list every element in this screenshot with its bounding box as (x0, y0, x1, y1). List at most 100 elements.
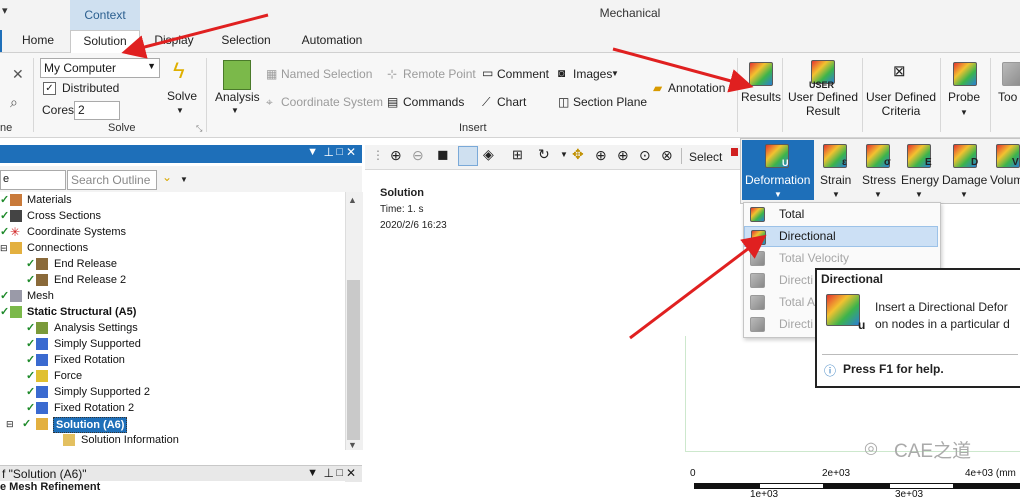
maximize-icon[interactable]: □ (336, 467, 343, 479)
context-tab[interactable]: Context (70, 0, 140, 30)
distributed-checkbox[interactable]: ✓ (43, 82, 56, 95)
analysis-button[interactable]: Analysis (215, 90, 260, 104)
cube-icon[interactable]: ◼ (437, 146, 449, 163)
static-structural-icon (10, 306, 22, 318)
solution-icon (36, 418, 48, 430)
solve-button[interactable]: Solve (167, 89, 197, 103)
tab-display[interactable]: Display (148, 30, 200, 52)
coordinate-system-button[interactable]: Coordinate System (281, 95, 383, 109)
results-icon (749, 62, 773, 86)
check-icon: ✓ (0, 290, 10, 302)
scroll-down-icon[interactable]: ▼ (348, 440, 357, 450)
check-icon: ✓ (22, 418, 32, 430)
strain-button[interactable]: Strain (820, 173, 851, 187)
energy-button[interactable]: Energy (901, 173, 939, 187)
annotation-button[interactable]: Annotation (668, 81, 725, 95)
check-icon: ✓ (26, 402, 36, 414)
results-button[interactable]: Results (741, 90, 781, 104)
zoom-out-icon[interactable]: ⊖ (412, 147, 424, 164)
probe-button[interactable]: Probe (948, 90, 980, 104)
select-icon[interactable] (731, 148, 738, 156)
close-icon[interactable]: ✕ (12, 66, 24, 83)
images-button[interactable]: Images (573, 67, 612, 81)
stress-letter: σ (884, 157, 891, 168)
menu-item-total[interactable]: Total (744, 204, 938, 225)
section-plane-button[interactable]: Section Plane (573, 95, 647, 109)
details-row[interactable]: e Mesh Refinement (0, 481, 345, 495)
named-selection-button[interactable]: Named Selection (281, 67, 372, 81)
pin-icon[interactable]: ⊥ (324, 145, 334, 159)
menu-item-total-velocity[interactable]: Total Velocity (744, 248, 938, 269)
chevron-down-icon[interactable]: ▼ (307, 467, 318, 479)
stress-button[interactable]: Stress (862, 173, 896, 187)
outline-scroll-thumb[interactable] (347, 280, 360, 440)
zoom-fit-icon[interactable]: ⊙ (639, 147, 651, 164)
check-icon: ✓ (26, 370, 36, 382)
zoom-in-icon[interactable]: ⊕ (390, 147, 402, 164)
tab-selection[interactable]: Selection (215, 30, 277, 52)
computer-select[interactable]: My Computer ▼ (40, 58, 160, 78)
tab-automation[interactable]: Automation (293, 30, 371, 52)
total-deformation-icon (750, 207, 765, 222)
remote-point-button[interactable]: Remote Point (403, 67, 476, 81)
cores-input[interactable]: 2 (74, 101, 120, 120)
render-icon[interactable]: ◈ (483, 146, 494, 163)
rotate-icon[interactable]: ↻ (538, 146, 550, 163)
force-icon (36, 370, 48, 382)
chevron-down-icon[interactable]: ▼ (180, 175, 188, 184)
distributed-label: Distributed (62, 81, 120, 95)
divider (862, 58, 863, 132)
outline-search-input[interactable]: Search Outline (67, 170, 157, 190)
dialog-launcher-icon[interactable]: ⤡ (196, 124, 202, 134)
select-mode-icon[interactable]: ⊞ (512, 147, 523, 163)
system-menu-icon[interactable]: ▾ (2, 4, 8, 17)
chevron-down-icon[interactable]: ▼ (560, 150, 568, 159)
coordinate-system-icon: ⌖ (266, 95, 273, 109)
u-letter: u (858, 318, 866, 332)
chevron-down-icon: ▼ (960, 190, 968, 199)
close-icon[interactable]: ✕ (346, 145, 356, 159)
collapse-icon[interactable]: ⊟ (6, 416, 14, 432)
body-select-icon[interactable] (458, 146, 478, 166)
deformation-label: Deformation (745, 173, 811, 187)
chevron-down-icon[interactable]: ⌄ (162, 170, 172, 184)
tooltip-help: Press F1 for help. (843, 362, 944, 376)
check-icon: ✓ (26, 274, 36, 286)
comment-button[interactable]: Comment (497, 67, 549, 81)
pan-icon[interactable]: ✥ (572, 146, 584, 163)
scroll-up-icon[interactable]: ▲ (348, 195, 357, 205)
zoom-icon[interactable]: ⊕ (595, 147, 607, 164)
chart-button[interactable]: Chart (497, 95, 526, 109)
maximize-icon[interactable]: □ (336, 146, 343, 158)
user-defined-result-button[interactable]: User Defined Result (786, 90, 860, 118)
fixed-rotation-icon (36, 402, 48, 414)
volume-button[interactable]: Volum (990, 173, 1020, 187)
materials-icon (10, 194, 22, 206)
collapse-icon[interactable]: ⊟ (0, 240, 8, 256)
viewport-date: 2020/2/6 16:23 (380, 220, 447, 231)
title-bar (0, 0, 1020, 30)
tab-solution[interactable]: Solution (70, 30, 140, 54)
analysis-settings-icon (36, 322, 48, 334)
close-icon[interactable]: ✕ (346, 466, 356, 480)
user-defined-criteria-button[interactable]: User Defined Criteria (864, 90, 938, 118)
directional-acceleration-icon (750, 317, 765, 332)
magnifier-icon[interactable]: ⊗ (661, 147, 673, 164)
tools-button[interactable]: Too (998, 90, 1017, 104)
scale-label: 2e+03 (822, 468, 851, 479)
zoom-box-icon[interactable]: ⊕ (617, 147, 629, 164)
outline-filter-select[interactable]: e (0, 170, 66, 190)
divider (33, 58, 34, 132)
group-label-left: ne (0, 122, 13, 134)
commands-button[interactable]: Commands (403, 95, 464, 109)
search-icon[interactable]: ⌕ (10, 94, 18, 111)
pin-icon[interactable]: ⊥ (324, 466, 334, 480)
check-icon: ✓ (26, 354, 36, 366)
chevron-down-icon[interactable]: ▼ (307, 146, 318, 158)
tab-home[interactable]: Home (14, 30, 62, 52)
divider (940, 58, 941, 132)
divider (782, 58, 783, 132)
damage-button[interactable]: Damage (942, 173, 987, 187)
divider (990, 58, 991, 132)
menu-item-directional[interactable]: Directional (744, 226, 938, 247)
